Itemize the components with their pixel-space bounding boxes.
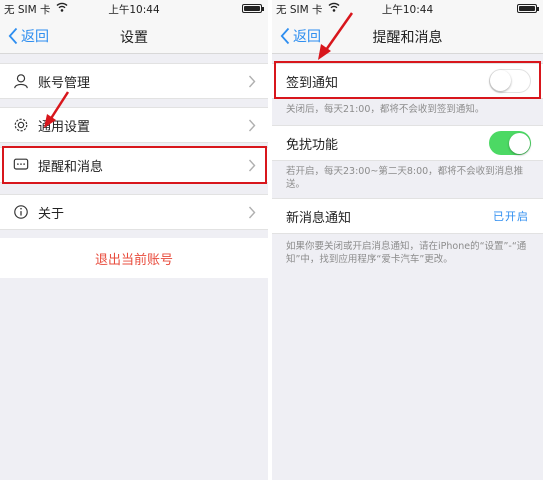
settings-screen: 无 SIM 卡 上午10:44 返回 设置 账号管理 通用设置 提醒和消息 关于… bbox=[0, 0, 268, 480]
do-not-disturb-note: 若开启，每天23:00~第二天8:00，都将不会收到消息推送。 bbox=[286, 166, 524, 190]
reminders-screen: 无 SIM 卡 上午10:44 返回 提醒和消息 签到通知 关闭后，每天21:0… bbox=[272, 0, 543, 480]
back-button[interactable]: 返回 bbox=[8, 25, 49, 47]
do-not-disturb-toggle[interactable] bbox=[489, 131, 531, 155]
settings-item-label: 通用设置 bbox=[38, 119, 91, 135]
signin-notification-label: 签到通知 bbox=[286, 75, 339, 91]
settings-item-about[interactable]: 关于 bbox=[0, 194, 268, 230]
person-icon bbox=[12, 72, 30, 90]
signin-notification-row: 签到通知 bbox=[272, 63, 543, 99]
do-not-disturb-row: 免扰功能 bbox=[272, 125, 543, 161]
settings-item-label: 关于 bbox=[38, 206, 65, 222]
settings-item-label: 提醒和消息 bbox=[38, 159, 104, 175]
settings-item-account[interactable]: 账号管理 bbox=[0, 63, 268, 99]
chat-bubble-icon bbox=[12, 156, 30, 174]
battery-icon bbox=[242, 4, 264, 13]
chevron-left-icon bbox=[8, 27, 18, 45]
chevron-right-icon bbox=[248, 119, 256, 131]
chevron-right-icon bbox=[248, 206, 256, 218]
signin-notification-note: 关闭后，每天21:00，都将不会收到签到通知。 bbox=[286, 104, 485, 115]
toggle-knob bbox=[490, 70, 511, 91]
new-message-notification-status: 已开启 bbox=[493, 210, 529, 223]
do-not-disturb-label: 免扰功能 bbox=[286, 137, 339, 153]
clock: 上午10:44 bbox=[381, 4, 434, 16]
chevron-right-icon bbox=[248, 159, 256, 171]
back-button[interactable]: 返回 bbox=[280, 25, 321, 47]
back-label: 返回 bbox=[21, 29, 49, 45]
toggle-knob bbox=[508, 132, 530, 154]
chevron-right-icon bbox=[248, 75, 256, 87]
status-bar: 无 SIM 卡 上午10:44 bbox=[272, 0, 543, 18]
clock: 上午10:44 bbox=[108, 4, 160, 16]
info-icon bbox=[12, 203, 30, 221]
new-message-notification-note: 如果你要关闭或开启消息通知，请在iPhone的“设置”-“通知”中，找到应用程序… bbox=[286, 241, 527, 265]
status-bar: 无 SIM 卡 上午10:44 bbox=[0, 0, 268, 18]
gear-icon bbox=[12, 116, 30, 134]
settings-item-general[interactable]: 通用设置 bbox=[0, 107, 268, 143]
new-message-notification-label: 新消息通知 bbox=[286, 210, 352, 226]
navigation-bar: 返回 提醒和消息 bbox=[272, 18, 543, 54]
navigation-bar: 返回 设置 bbox=[0, 18, 268, 54]
signin-notification-toggle[interactable] bbox=[489, 69, 531, 93]
logout-label: 退出当前账号 bbox=[94, 252, 173, 268]
new-message-notification-row[interactable]: 新消息通知 已开启 bbox=[272, 198, 543, 234]
battery-icon bbox=[517, 4, 539, 13]
back-label: 返回 bbox=[293, 29, 321, 45]
logout-button[interactable]: 退出当前账号 bbox=[0, 238, 268, 278]
settings-item-label: 账号管理 bbox=[38, 75, 91, 91]
settings-item-reminders[interactable]: 提醒和消息 bbox=[0, 147, 268, 183]
chevron-left-icon bbox=[280, 27, 290, 45]
